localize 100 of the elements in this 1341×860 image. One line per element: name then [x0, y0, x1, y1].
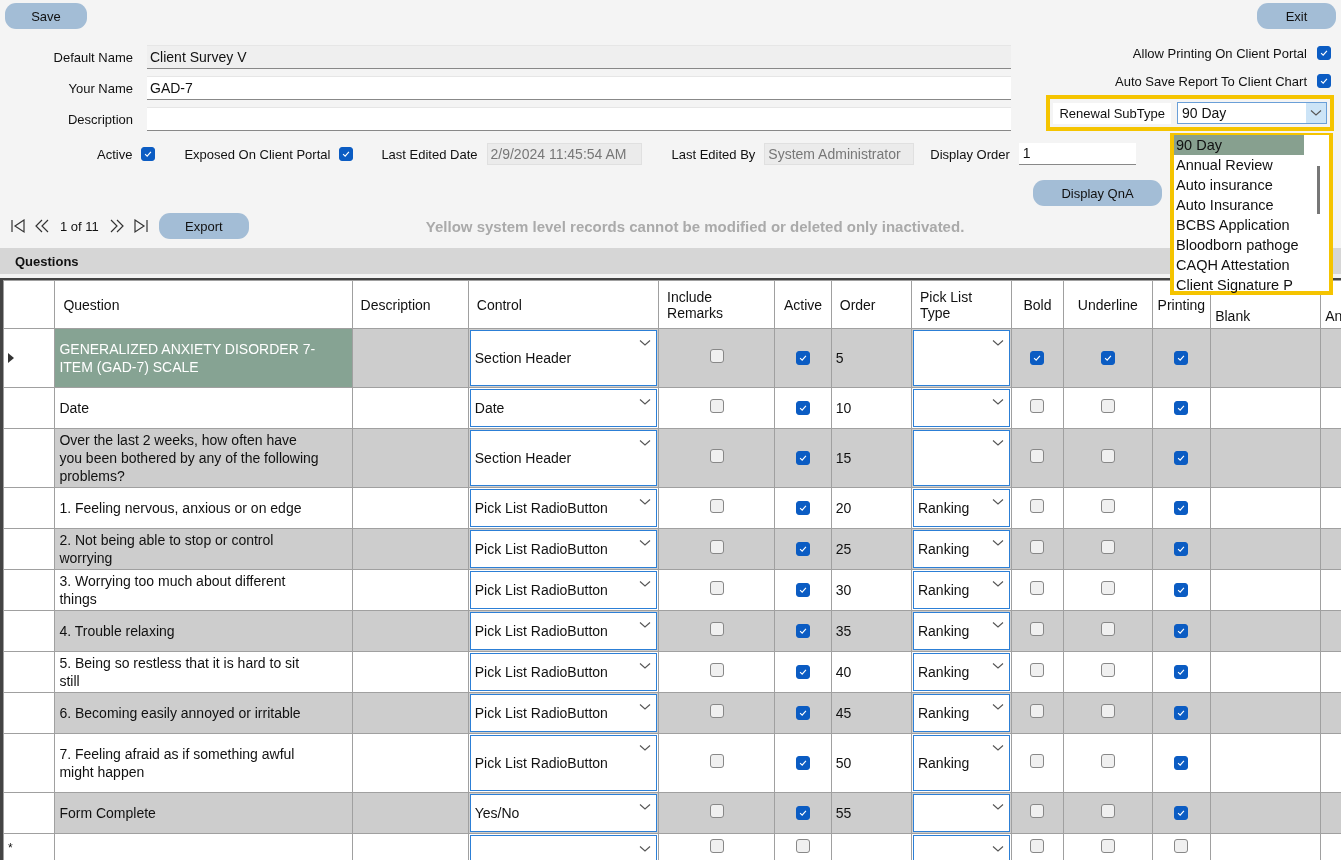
checkbox[interactable] [795, 501, 810, 515]
dropdown[interactable]: Ranking [912, 530, 1010, 568]
column-header[interactable]: Control [468, 280, 659, 329]
dropdown[interactable] [912, 389, 1010, 427]
dropdown[interactable]: Pick List RadioButton [469, 489, 657, 527]
exit-button[interactable]: Exit [1257, 3, 1336, 29]
dropdown[interactable]: Pick List RadioButton [469, 530, 657, 568]
checkbox[interactable] [795, 706, 810, 720]
text-field[interactable]: Client Survey V [147, 45, 1011, 69]
checkbox[interactable] [795, 839, 810, 853]
checkbox[interactable] [1030, 704, 1045, 718]
checkbox[interactable] [1174, 501, 1189, 515]
checkbox[interactable] [709, 622, 724, 636]
checkbox[interactable] [709, 581, 724, 595]
checkbox[interactable] [709, 663, 724, 677]
checkbox[interactable] [1174, 756, 1189, 770]
checkbox[interactable] [1030, 754, 1045, 768]
checkbox[interactable] [1030, 663, 1045, 677]
next-record-icon[interactable] [108, 218, 125, 234]
dropdown[interactable]: Ranking [912, 612, 1010, 650]
dropdown[interactable] [912, 835, 1010, 860]
column-header[interactable]: Pick List Type [911, 280, 1012, 329]
list-option[interactable]: Annual Review [1174, 155, 1304, 175]
checkbox[interactable] [1317, 74, 1331, 88]
column-header[interactable]: Include Remarks [658, 280, 775, 329]
checkbox[interactable] [1100, 663, 1115, 677]
dropdown[interactable]: Ranking [912, 489, 1010, 527]
dropdown[interactable]: Ranking [912, 653, 1010, 691]
checkbox[interactable] [1317, 46, 1331, 60]
display-order-field[interactable]: 1 [1018, 143, 1136, 165]
list-option[interactable]: Bloodborn pathoge [1174, 235, 1304, 255]
column-header[interactable]: Order [831, 280, 912, 329]
checkbox[interactable] [1030, 351, 1045, 365]
dropdown[interactable] [912, 330, 1010, 386]
checkbox[interactable] [1100, 399, 1115, 413]
checkbox[interactable] [795, 351, 810, 365]
checkbox[interactable] [1100, 581, 1115, 595]
text-field[interactable] [147, 107, 1011, 131]
dropdown[interactable]: Section Header [469, 430, 657, 486]
checkbox[interactable] [795, 806, 810, 820]
text-field[interactable]: GAD-7 [147, 76, 1011, 100]
checkbox[interactable] [1030, 449, 1045, 463]
checkbox[interactable] [795, 583, 810, 597]
column-header[interactable]: Underline [1063, 280, 1153, 329]
dropdown[interactable] [469, 835, 657, 860]
scrollbar-thumb[interactable] [1317, 166, 1320, 214]
checkbox[interactable] [339, 147, 354, 161]
checkbox[interactable] [1030, 540, 1045, 554]
checkbox[interactable] [795, 542, 810, 556]
dropdown[interactable]: Pick List RadioButton [469, 653, 657, 691]
checkbox[interactable] [795, 756, 810, 770]
checkbox[interactable] [1174, 351, 1189, 365]
checkbox[interactable] [709, 499, 724, 513]
checkbox[interactable] [1100, 540, 1115, 554]
checkbox[interactable] [1100, 754, 1115, 768]
checkbox[interactable] [1030, 804, 1045, 818]
checkbox[interactable] [1100, 499, 1115, 513]
list-option[interactable]: BCBS Application [1174, 215, 1304, 235]
checkbox[interactable] [1174, 624, 1189, 638]
checkbox[interactable] [1100, 351, 1115, 365]
first-record-icon[interactable] [10, 218, 26, 234]
checkbox[interactable] [1100, 704, 1115, 718]
dropdown[interactable]: Ranking [912, 694, 1010, 732]
checkbox[interactable] [795, 451, 810, 465]
column-header[interactable]: Active [774, 280, 832, 329]
list-option[interactable]: CAQH Attestation [1174, 255, 1304, 275]
previous-record-icon[interactable] [34, 218, 50, 234]
dropdown[interactable]: Pick List RadioButton [469, 571, 657, 609]
checkbox[interactable] [1174, 401, 1189, 415]
checkbox[interactable] [709, 349, 724, 363]
dropdown[interactable]: Section Header [469, 330, 657, 386]
checkbox[interactable] [795, 624, 810, 638]
last-record-icon[interactable] [132, 218, 149, 234]
checkbox[interactable] [1030, 839, 1045, 853]
renewal-subtype-dropdown[interactable]: 90 Day [1177, 102, 1327, 124]
export-button[interactable]: Export [158, 213, 249, 239]
list-option[interactable]: Auto Insurance [1174, 195, 1304, 215]
column-header[interactable]: Bold [1011, 280, 1064, 329]
checkbox[interactable] [1030, 499, 1045, 513]
checkbox[interactable] [1030, 622, 1045, 636]
dropdown[interactable]: Yes/No [469, 794, 657, 832]
checkbox[interactable] [1100, 449, 1115, 463]
dropdown[interactable]: Ranking [912, 571, 1010, 609]
checkbox[interactable] [1174, 542, 1189, 556]
checkbox[interactable] [1100, 839, 1115, 853]
list-option[interactable]: Auto insurance [1174, 175, 1304, 195]
checkbox[interactable] [1100, 622, 1115, 636]
checkbox[interactable] [709, 839, 724, 853]
checkbox[interactable] [709, 540, 724, 554]
dropdown[interactable]: Pick List RadioButton [469, 612, 657, 650]
column-header[interactable]: Question [54, 280, 353, 329]
checkbox[interactable] [795, 401, 810, 415]
checkbox[interactable] [1174, 706, 1189, 720]
checkbox[interactable] [141, 147, 156, 161]
checkbox[interactable] [709, 399, 724, 413]
checkbox[interactable] [1174, 806, 1189, 820]
checkbox[interactable] [709, 754, 724, 768]
dropdown[interactable]: Ranking [912, 735, 1010, 791]
checkbox[interactable] [1174, 451, 1189, 465]
display-qna-button[interactable]: Display QnA [1033, 180, 1162, 206]
